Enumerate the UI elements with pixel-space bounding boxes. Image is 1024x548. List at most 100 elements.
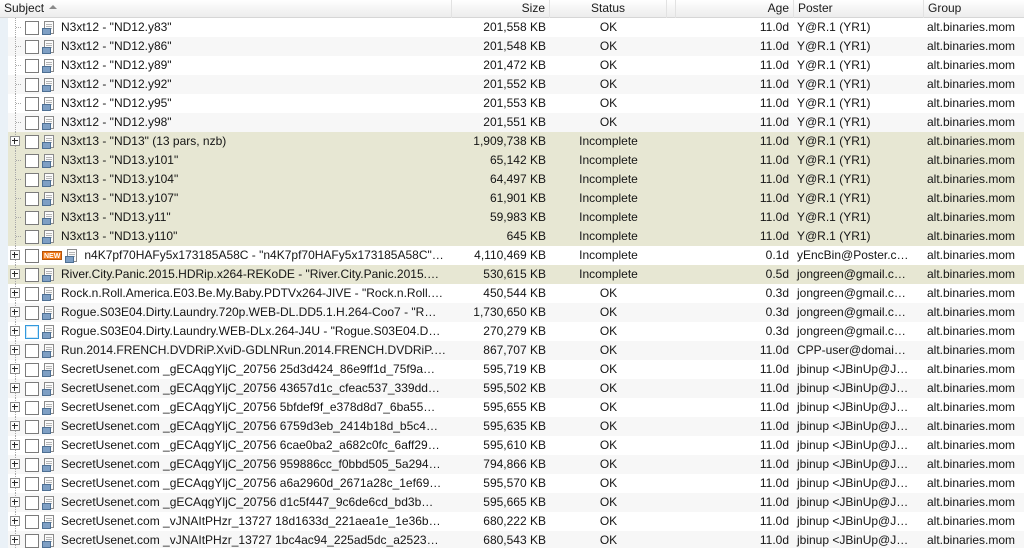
- table-row[interactable]: SecretUsenet.com _gECAqgYljC_20756 d1c5f…: [0, 493, 1024, 512]
- table-row[interactable]: SecretUsenet.com _gECAqgYljC_20756 25d3d…: [0, 360, 1024, 379]
- row-checkbox[interactable]: [25, 267, 39, 282]
- column-header-size[interactable]: Size: [452, 0, 550, 18]
- cell-subject[interactable]: N3xt12 - "ND12.y83": [0, 18, 452, 37]
- row-checkbox[interactable]: [25, 381, 39, 396]
- cell-subject[interactable]: N3xt12 - "ND12.y92": [0, 75, 452, 94]
- row-checkbox[interactable]: [25, 438, 39, 453]
- column-header-group[interactable]: Group: [924, 0, 1024, 18]
- row-checkbox[interactable]: [25, 134, 39, 149]
- table-row[interactable]: SecretUsenet.com _gECAqgYljC_20756 6cae0…: [0, 436, 1024, 455]
- row-checkbox[interactable]: [25, 248, 39, 263]
- table-row[interactable]: N3xt12 - "ND12.y83" 201,558 KB OK 11.0d Y@R.…: [0, 18, 1024, 37]
- row-checkbox[interactable]: [25, 77, 39, 92]
- row-checkbox[interactable]: [25, 419, 39, 434]
- cell-subject[interactable]: N3xt13 - "ND13.y104": [0, 170, 452, 189]
- table-row[interactable]: N3xt13 - "ND13.y11" 59,983 KB Incomplete 11…: [0, 208, 1024, 227]
- cell-subject[interactable]: N3xt13 - "ND13.y101": [0, 151, 452, 170]
- cell-subject[interactable]: SecretUsenet.com _gECAqgYljC_20756 a6a29…: [0, 474, 452, 493]
- row-checkbox[interactable]: [25, 324, 39, 339]
- column-header-status[interactable]: Status: [550, 0, 667, 18]
- row-checkbox[interactable]: [25, 362, 39, 377]
- row-checkbox[interactable]: [25, 476, 39, 491]
- row-checkbox[interactable]: [25, 400, 39, 415]
- table-row[interactable]: SecretUsenet.com _vJNAItPHzr_13727 18d16…: [0, 512, 1024, 531]
- table-row[interactable]: SecretUsenet.com _vJNAItPHzr_13727 1bc4a…: [0, 531, 1024, 548]
- row-checkbox[interactable]: [25, 286, 39, 301]
- expand-plus-icon[interactable]: [10, 364, 20, 374]
- expand-plus-icon[interactable]: [10, 516, 20, 526]
- row-checkbox[interactable]: [25, 153, 39, 168]
- cell-subject[interactable]: Rogue.S03E04.Dirty.Laundry.720p.WEB-DL.D…: [0, 303, 452, 322]
- expand-plus-icon[interactable]: [10, 136, 20, 146]
- expand-plus-icon[interactable]: [10, 307, 20, 317]
- expand-plus-icon[interactable]: [10, 402, 20, 412]
- table-row[interactable]: SecretUsenet.com _gECAqgYljC_20756 5bfde…: [0, 398, 1024, 417]
- expand-plus-icon[interactable]: [10, 421, 20, 431]
- row-checkbox[interactable]: [25, 514, 39, 529]
- expand-plus-icon[interactable]: [10, 345, 20, 355]
- grid-body[interactable]: N3xt12 - "ND12.y83" 201,558 KB OK 11.0d Y@R.…: [0, 18, 1024, 548]
- expand-plus-icon[interactable]: [10, 288, 20, 298]
- row-checkbox[interactable]: [25, 96, 39, 111]
- table-row[interactable]: Rock.n.Roll.America.E03.Be.My.Baby.PDTVx…: [0, 284, 1024, 303]
- cell-subject[interactable]: Run.2014.FRENCH.DVDRiP.XviD-GDLNRun.2014…: [0, 341, 452, 360]
- expand-plus-icon[interactable]: [10, 535, 20, 545]
- table-row[interactable]: SecretUsenet.com _gECAqgYljC_20756 a6a29…: [0, 474, 1024, 493]
- row-checkbox[interactable]: [25, 305, 39, 320]
- table-row[interactable]: SecretUsenet.com _gECAqgYljC_20756 43657…: [0, 379, 1024, 398]
- cell-subject[interactable]: SecretUsenet.com _gECAqgYljC_20756 6cae0…: [0, 436, 452, 455]
- table-row[interactable]: N3xt12 - "ND12.y98" 201,551 KB OK 11.0d Y@R.…: [0, 113, 1024, 132]
- cell-subject[interactable]: SecretUsenet.com _gECAqgYljC_20756 5bfde…: [0, 398, 452, 417]
- table-row[interactable]: N3xt12 - "ND12.y95" 201,553 KB OK 11.0d Y@R.…: [0, 94, 1024, 113]
- cell-subject[interactable]: N3xt13 - "ND13.y11": [0, 208, 452, 227]
- column-header-age[interactable]: Age: [676, 0, 794, 18]
- table-row[interactable]: N3xt13 - "ND13.y101" 65,142 KB Incomplete 1…: [0, 151, 1024, 170]
- cell-subject[interactable]: Rogue.S03E04.Dirty.Laundry.WEB-DLx.264-J…: [0, 322, 452, 341]
- expand-plus-icon[interactable]: [10, 383, 20, 393]
- table-row[interactable]: N3xt12 - "ND12.y92" 201,552 KB OK 11.0d Y@R.…: [0, 75, 1024, 94]
- row-checkbox[interactable]: [25, 457, 39, 472]
- row-checkbox[interactable]: [25, 229, 39, 244]
- cell-subject[interactable]: N3xt12 - "ND12.y98": [0, 113, 452, 132]
- row-checkbox[interactable]: [25, 115, 39, 130]
- cell-subject[interactable]: SecretUsenet.com _vJNAItPHzr_13727 18d16…: [0, 512, 452, 531]
- expand-plus-icon[interactable]: [10, 269, 20, 279]
- cell-subject[interactable]: N3xt13 - "ND13" (13 pars, nzb): [0, 132, 452, 151]
- table-row[interactable]: SecretUsenet.com _gECAqgYljC_20756 6759d…: [0, 417, 1024, 436]
- cell-subject[interactable]: SecretUsenet.com _gECAqgYljC_20756 d1c5f…: [0, 493, 452, 512]
- column-header-poster[interactable]: Poster: [794, 0, 924, 18]
- cell-subject[interactable]: SecretUsenet.com _vJNAItPHzr_13727 1bc4a…: [0, 531, 452, 548]
- table-row[interactable]: N3xt13 - "ND13.y110" 645 KB Incomplete 11.0…: [0, 227, 1024, 246]
- cell-subject[interactable]: N3xt13 - "ND13.y110": [0, 227, 452, 246]
- table-row[interactable]: N3xt12 - "ND12.y89" 201,472 KB OK 11.0d Y@R.…: [0, 56, 1024, 75]
- cell-subject[interactable]: NEW n4K7pf70HAFy5x173185A58C - "n4K7pf70H…: [0, 246, 452, 265]
- table-row[interactable]: N3xt13 - "ND13.y104" 64,497 KB Incomplete 1…: [0, 170, 1024, 189]
- table-row[interactable]: SecretUsenet.com _gECAqgYljC_20756 95988…: [0, 455, 1024, 474]
- cell-subject[interactable]: SecretUsenet.com _gECAqgYljC_20756 95988…: [0, 455, 452, 474]
- row-checkbox[interactable]: [25, 533, 39, 548]
- cell-subject[interactable]: SecretUsenet.com _gECAqgYljC_20756 43657…: [0, 379, 452, 398]
- cell-subject[interactable]: SecretUsenet.com _gECAqgYljC_20756 25d3d…: [0, 360, 452, 379]
- cell-subject[interactable]: Rock.n.Roll.America.E03.Be.My.Baby.PDTVx…: [0, 284, 452, 303]
- table-row[interactable]: N3xt12 - "ND12.y86" 201,548 KB OK 11.0d Y@R.…: [0, 37, 1024, 56]
- row-checkbox[interactable]: [25, 343, 39, 358]
- cell-subject[interactable]: N3xt13 - "ND13.y107": [0, 189, 452, 208]
- row-checkbox[interactable]: [25, 495, 39, 510]
- expand-plus-icon[interactable]: [10, 497, 20, 507]
- table-row[interactable]: River.City.Panic.2015.HDRip.x264-REKoDE …: [0, 265, 1024, 284]
- cell-subject[interactable]: SecretUsenet.com _gECAqgYljC_20756 6759d…: [0, 417, 452, 436]
- expand-plus-icon[interactable]: [10, 326, 20, 336]
- table-row[interactable]: N3xt13 - "ND13" (13 pars, nzb) 1,909,738 …: [0, 132, 1024, 151]
- column-header-subject[interactable]: Subject: [0, 0, 452, 18]
- row-checkbox[interactable]: [25, 58, 39, 73]
- cell-subject[interactable]: N3xt12 - "ND12.y95": [0, 94, 452, 113]
- row-checkbox[interactable]: [25, 210, 39, 225]
- expand-plus-icon[interactable]: [10, 250, 20, 260]
- table-row[interactable]: Rogue.S03E04.Dirty.Laundry.WEB-DLx.264-J…: [0, 322, 1024, 341]
- row-checkbox[interactable]: [25, 191, 39, 206]
- row-checkbox[interactable]: [25, 39, 39, 54]
- cell-subject[interactable]: River.City.Panic.2015.HDRip.x264-REKoDE …: [0, 265, 452, 284]
- expand-plus-icon[interactable]: [10, 478, 20, 488]
- cell-subject[interactable]: N3xt12 - "ND12.y89": [0, 56, 452, 75]
- cell-subject[interactable]: N3xt12 - "ND12.y86": [0, 37, 452, 56]
